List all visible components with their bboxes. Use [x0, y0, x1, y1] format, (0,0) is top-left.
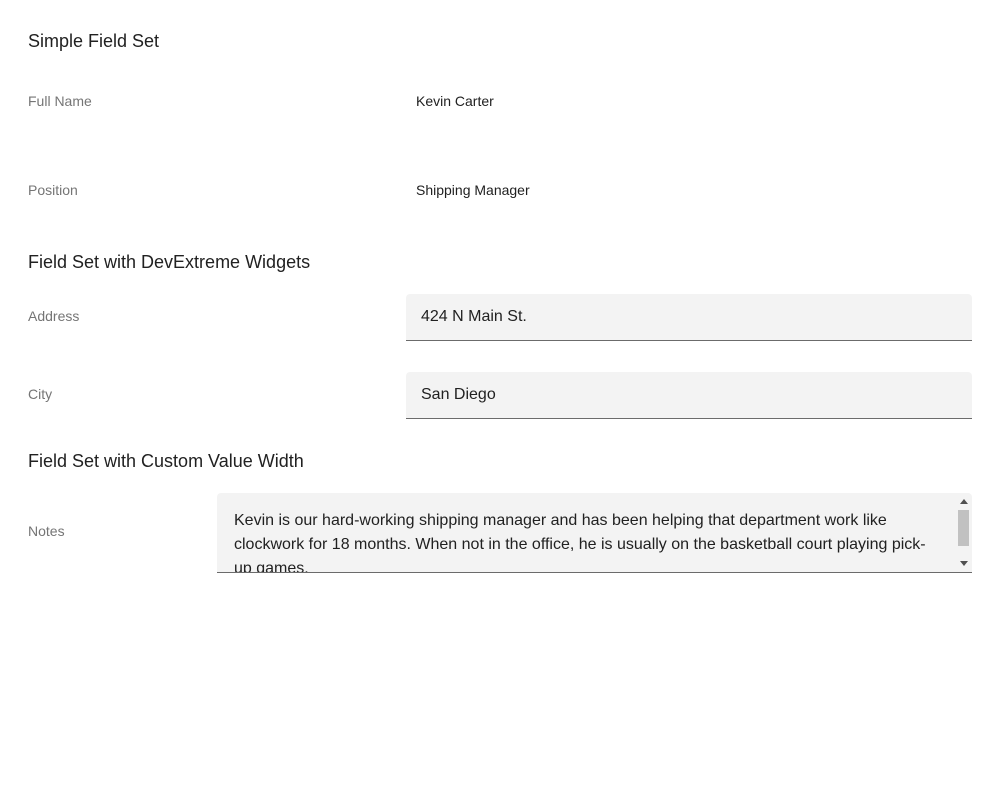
position-value: Shipping Manager	[416, 182, 530, 198]
full-name-value: Kevin Carter	[416, 93, 494, 109]
field-set-demo-page: Simple Field Set Full Name Kevin Carter …	[0, 0, 1000, 800]
scroll-thumb[interactable]	[958, 510, 969, 546]
city-textbox[interactable]	[406, 372, 972, 419]
city-input[interactable]	[406, 372, 972, 418]
scroll-down-arrow-icon[interactable]	[960, 561, 968, 566]
address-input[interactable]	[406, 294, 972, 340]
position-label: Position	[28, 182, 78, 198]
notes-textarea-container[interactable]: Kevin is our hard-working shipping manag…	[217, 493, 972, 573]
section-title-simple-field-set: Simple Field Set	[28, 31, 160, 51]
section-title-custom-value-width: Field Set with Custom Value Width	[28, 451, 304, 471]
section-title-devextreme-widgets: Field Set with DevExtreme Widgets	[28, 252, 311, 272]
notes-label: Notes	[28, 523, 65, 539]
city-label: City	[28, 386, 53, 402]
address-textbox[interactable]	[406, 294, 972, 341]
notes-scrollbar[interactable]	[957, 493, 970, 572]
full-name-label: Full Name	[28, 93, 92, 109]
address-label: Address	[28, 308, 80, 324]
scroll-up-arrow-icon[interactable]	[960, 499, 968, 504]
notes-textarea[interactable]: Kevin is our hard-working shipping manag…	[217, 493, 957, 572]
